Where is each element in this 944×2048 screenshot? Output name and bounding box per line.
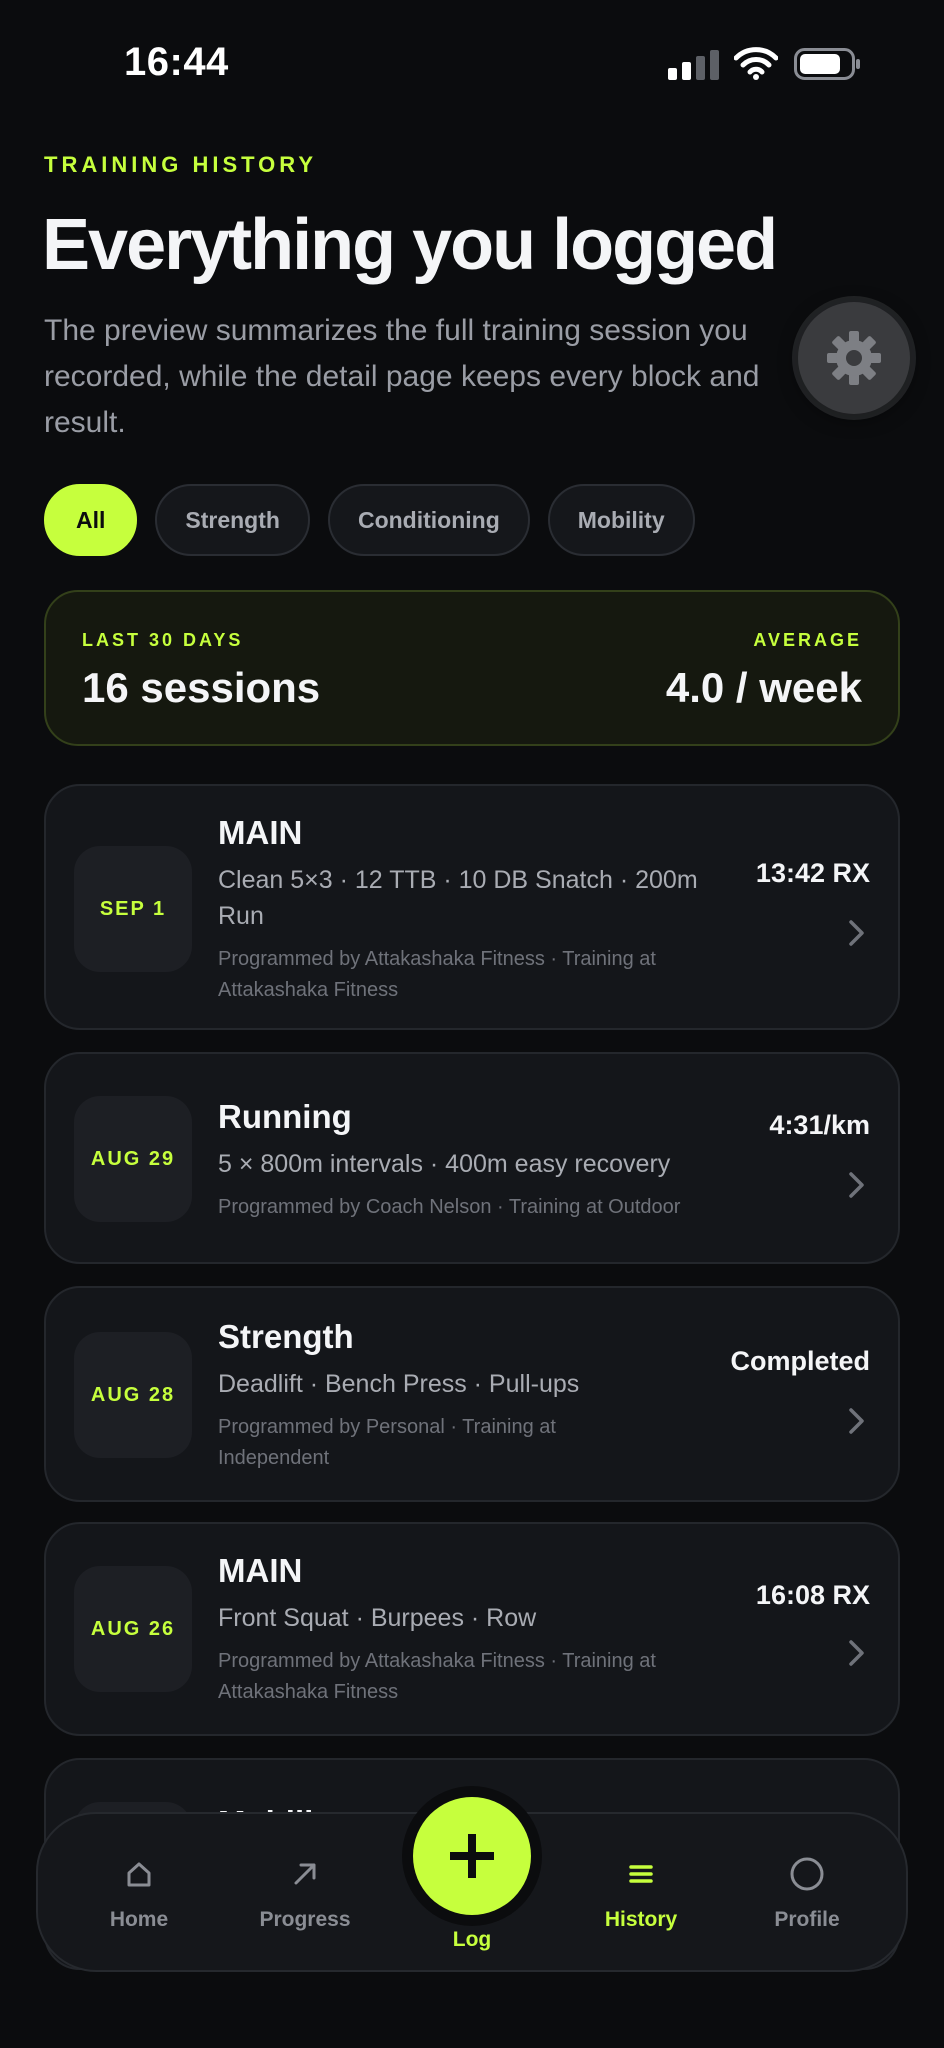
session-date-badge: AUG 28 — [74, 1332, 192, 1458]
profile-circle-icon — [790, 1857, 824, 1891]
arrow-up-right-icon — [294, 1863, 316, 1885]
session-date-badge: AUG 29 — [74, 1096, 192, 1222]
session-title: MAIN — [218, 814, 303, 851]
session-meta: Programmed by Coach Nelson · Training at… — [218, 1196, 681, 1218]
session-description: 5 × 800m intervals · 400m easy recovery — [218, 1150, 671, 1178]
tab-progress[interactable]: Progress — [230, 1814, 380, 1974]
chevron-right-icon — [849, 920, 864, 946]
page-description: The preview summarizes the full training… — [44, 314, 760, 439]
session-title: MAIN — [218, 1552, 303, 1589]
filter-chip-mobility[interactable]: Mobility — [547, 484, 695, 556]
session-meta: Programmed by Personal · Training at Ind… — [218, 1416, 556, 1469]
session-description: Clean 5×3 · 12 TTB · 10 DB Snatch · 200m… — [218, 866, 698, 930]
list-icon — [629, 1865, 653, 1883]
tab-progress-label: Progress — [259, 1908, 351, 1931]
log-button[interactable] — [413, 1797, 531, 1915]
filter-chip-strength[interactable]: Strength — [155, 484, 310, 556]
summary-period-label: LAST 30 DAYS — [82, 630, 244, 650]
chevron-right-icon — [849, 1640, 864, 1666]
chevron-right-icon — [849, 1172, 864, 1198]
wifi-icon — [734, 47, 778, 80]
settings-button[interactable] — [798, 302, 910, 414]
summary-average-value: 4.0 / week — [665, 664, 862, 711]
tab-home-label: Home — [109, 1908, 169, 1931]
session-card[interactable]: AUG 26 MAIN Front Squat · Burpees · Row … — [44, 1522, 900, 1736]
section-eyebrow: TRAINING HISTORY — [44, 152, 318, 177]
tab-history-label: History — [604, 1908, 678, 1931]
session-result: 13:42 RX — [755, 858, 870, 888]
session-meta: Programmed by Attakashaka Fitness · Trai… — [218, 1650, 656, 1703]
gear-icon — [827, 331, 881, 385]
battery-icon — [794, 48, 860, 80]
log-button-label: Log — [452, 1928, 492, 1951]
session-result: Completed — [730, 1346, 870, 1376]
session-date-badge: AUG 26 — [74, 1566, 192, 1692]
plus-icon — [450, 1834, 494, 1878]
chevron-right-icon — [849, 1408, 864, 1434]
tab-history[interactable]: History — [566, 1814, 716, 1974]
session-card[interactable]: AUG 28 Strength Deadlift · Bench Press ·… — [44, 1286, 900, 1502]
tab-profile-label: Profile — [774, 1908, 840, 1931]
tab-profile[interactable]: Profile — [732, 1814, 882, 1974]
session-title: Running — [218, 1098, 352, 1135]
session-result: 4:31/km — [769, 1110, 870, 1140]
session-title: Strength — [218, 1318, 354, 1355]
home-icon — [127, 1862, 151, 1887]
summary-session-count: 16 sessions — [82, 664, 321, 711]
session-date-badge: SEP 1 — [74, 846, 192, 972]
filter-chip-all[interactable]: All — [44, 484, 138, 556]
session-description: Deadlift · Bench Press · Pull-ups — [218, 1370, 580, 1398]
summary-average-label: AVERAGE — [753, 630, 862, 650]
session-description: Front Squat · Burpees · Row — [218, 1604, 537, 1632]
session-result: 16:08 RX — [755, 1580, 870, 1610]
session-card[interactable]: SEP 1 MAIN Clean 5×3 · 12 TTB · 10 DB Sn… — [44, 784, 900, 1030]
filter-chip-conditioning[interactable]: Conditioning — [327, 484, 530, 556]
page-title: Everything you logged — [42, 205, 778, 285]
filter-chips: All Strength Conditioning Mobility — [44, 484, 695, 556]
session-meta: Programmed by Attakashaka Fitness · Trai… — [218, 948, 656, 1001]
summary-card: LAST 30 DAYS 16 sessions AVERAGE 4.0 / w… — [44, 590, 900, 746]
status-bar: 16:44 — [0, 0, 944, 120]
status-time: 16:44 — [124, 40, 229, 84]
cellular-signal-icon — [668, 48, 720, 80]
session-card[interactable]: AUG 29 Running 5 × 800m intervals · 400m… — [44, 1052, 900, 1264]
tab-home[interactable]: Home — [64, 1814, 214, 1974]
